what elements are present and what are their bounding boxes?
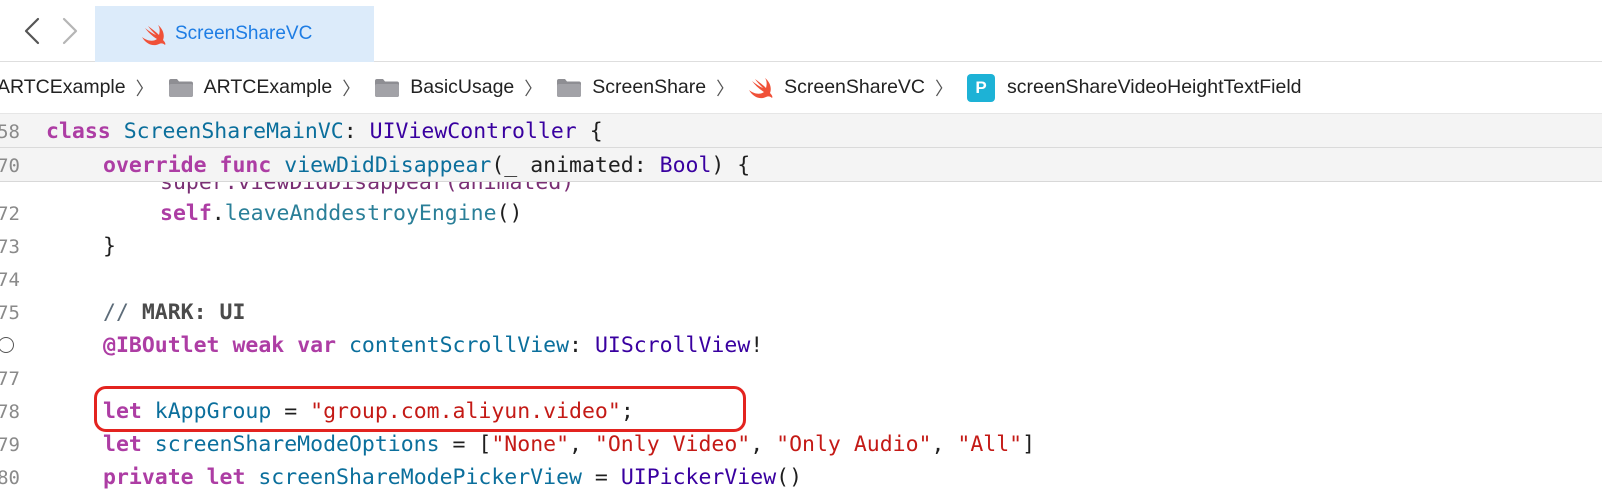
jump-bar-breadcrumb: ARTCExample 〉 ARTCExample 〉 BasicUsage 〉… bbox=[0, 62, 1602, 114]
highlight-annotation-box bbox=[94, 386, 746, 432]
swift-icon bbox=[748, 77, 774, 99]
property-p-icon: P bbox=[967, 73, 996, 102]
code-text: class ScreenShareMainVC: UIViewControlle… bbox=[46, 119, 603, 144]
breadcrumb-file-screensharevc[interactable]: ScreenShareVC bbox=[748, 76, 925, 99]
breadcrumb-chevron-icon: 〉 bbox=[342, 78, 361, 99]
folder-icon bbox=[556, 78, 582, 98]
breadcrumb-group-artcexample[interactable]: ARTCExample bbox=[168, 76, 333, 99]
swift-icon bbox=[141, 24, 167, 51]
line-number: 77 bbox=[0, 367, 20, 390]
forward-arrow-icon[interactable] bbox=[58, 16, 82, 46]
code-line[interactable]: 70 override func viewDidDisappear(_ anim… bbox=[0, 149, 1602, 182]
code-line[interactable]: 74 bbox=[0, 263, 1602, 296]
breadcrumb-label: ARTCExample bbox=[203, 76, 333, 98]
breadcrumb-chevron-icon: 〉 bbox=[935, 78, 954, 99]
code-line[interactable]: 79 let screenShareModeOptions = ["None",… bbox=[0, 428, 1602, 461]
line-number: 79 bbox=[0, 433, 20, 456]
code-editor[interactable]: 58 class ScreenShareMainVC: UIViewContro… bbox=[0, 114, 1602, 500]
line-number: 74 bbox=[0, 268, 20, 291]
code-text: @IBOutlet weak var contentScrollView: UI… bbox=[103, 333, 764, 358]
breadcrumb-group-basicusage[interactable]: BasicUsage bbox=[374, 76, 514, 99]
line-number: 73 bbox=[0, 235, 20, 258]
code-text: private let screenShareModePickerView = … bbox=[103, 465, 803, 490]
line-number: 78 bbox=[0, 400, 20, 423]
breadcrumb-project[interactable]: ARTCExample bbox=[0, 76, 126, 99]
code-text: self.leaveAnddestroyEngine() bbox=[160, 201, 523, 226]
breadcrumb-label: ScreenShareVC bbox=[784, 76, 926, 98]
code-line[interactable]: 72 self.leaveAnddestroyEngine() bbox=[0, 197, 1602, 230]
breadcrumb-chevron-icon: 〉 bbox=[524, 78, 543, 99]
breadcrumb-label: screenShareVideoHeightTextField bbox=[1007, 76, 1302, 98]
breadcrumb-label: BasicUsage bbox=[410, 76, 515, 98]
line-number: 58 bbox=[0, 120, 20, 143]
code-line[interactable]: 73 } bbox=[0, 230, 1602, 263]
line-number: 80 bbox=[0, 466, 20, 489]
code-line[interactable]: @IBOutlet weak var contentScrollView: UI… bbox=[0, 329, 1602, 362]
code-line[interactable]: 58 class ScreenShareMainVC: UIViewContro… bbox=[0, 115, 1602, 148]
code-text: } bbox=[103, 234, 116, 259]
folder-icon bbox=[374, 78, 400, 98]
code-comment: // MARK: UI bbox=[103, 300, 246, 325]
line-number: 75 bbox=[0, 301, 20, 324]
breadcrumb-chevron-icon: 〉 bbox=[135, 78, 154, 99]
breadcrumb-label: ScreenShare bbox=[592, 76, 707, 98]
breadcrumb-chevron-icon: 〉 bbox=[716, 78, 735, 99]
editor-tab-bar: ScreenShareVC bbox=[0, 0, 1602, 62]
line-number: 70 bbox=[0, 154, 20, 177]
outlet-connection-circle-icon[interactable] bbox=[0, 337, 14, 353]
code-line[interactable]: 75 // MARK: UI bbox=[0, 296, 1602, 329]
code-line[interactable]: 80 private let screenShareModePickerView… bbox=[0, 461, 1602, 494]
breadcrumb-group-screenshare[interactable]: ScreenShare bbox=[556, 76, 706, 99]
code-text: let screenShareModeOptions = ["None", "O… bbox=[103, 432, 1036, 457]
breadcrumb-symbol-property[interactable]: P screenShareVideoHeightTextField bbox=[967, 73, 1302, 102]
folder-icon bbox=[168, 78, 194, 98]
code-text: override func viewDidDisappear(_ animate… bbox=[103, 153, 751, 178]
line-number: 72 bbox=[0, 202, 20, 225]
back-arrow-icon[interactable] bbox=[20, 16, 44, 46]
tab-label: ScreenShareVC bbox=[175, 23, 313, 44]
tab-screensharevc[interactable]: ScreenShareVC bbox=[95, 6, 374, 62]
breadcrumb-label: ARTCExample bbox=[0, 76, 126, 98]
